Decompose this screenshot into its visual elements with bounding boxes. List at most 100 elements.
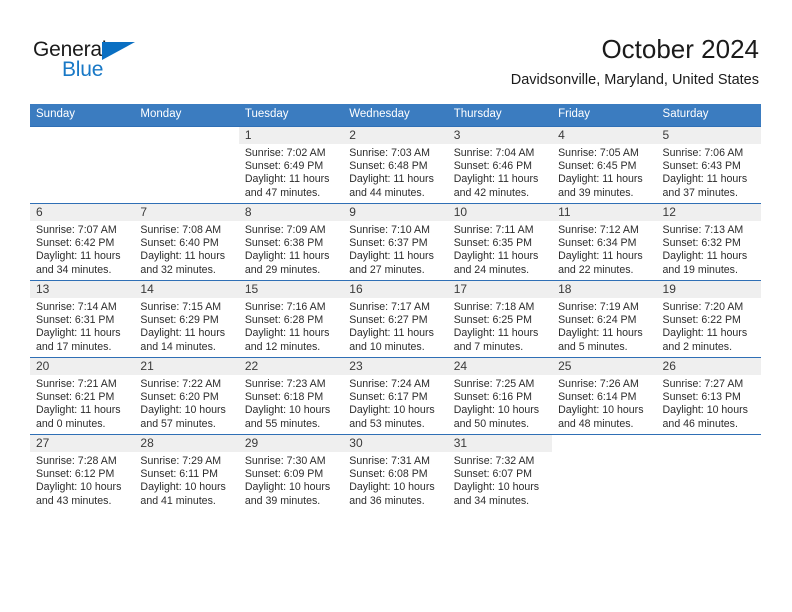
sunrise-text: Sunrise: 7:04 AM [453, 147, 535, 159]
sunrise-text: Sunrise: 7:11 AM [453, 224, 534, 236]
day-details: Sunrise: 7:02 AM Sunset: 6:49 PM Daylight:… [239, 144, 343, 200]
calendar-day-cell[interactable]: 26 Sunrise: 7:27 AM Sunset: 6:13 PM Dayligh… [656, 357, 761, 435]
day-number: 17 [453, 282, 468, 296]
sunset-text: Sunset: 6:31 PM [36, 314, 115, 327]
brand-logo[interactable]: General Blue [33, 38, 153, 84]
day-details: Sunrise: 7:28 AM Sunset: 6:12 PM Daylight:… [30, 452, 134, 508]
calendar-day-cell[interactable]: 1 Sunrise: 7:02 AM Sunset: 6:49 PM Daylight… [238, 126, 344, 204]
calendar-week-row: 27 Sunrise: 7:28 AM Sunset: 6:12 PM Dayligh… [30, 434, 761, 511]
calendar-day-cell[interactable]: 8 Sunrise: 7:09 AM Sunset: 6:38 PM Daylight… [238, 203, 344, 281]
sunrise-text: Sunrise: 7:21 AM [36, 378, 117, 390]
day-number: 21 [140, 359, 154, 373]
calendar-day-cell[interactable]: 10 Sunrise: 7:11 AM Sunset: 6:35 PM Dayligh… [447, 203, 553, 281]
calendar-day-cell[interactable]: 2 Sunrise: 7:03 AM Sunset: 6:48 PM Daylight… [343, 126, 448, 204]
daylight-text: Daylight: 11 hours and 44 minutes. [349, 173, 434, 199]
sunrise-text: Sunrise: 7:31 AM [349, 455, 430, 467]
sunrise-text: Sunrise: 7:13 AM [662, 224, 744, 236]
calendar-day-cell[interactable]: 16 Sunrise: 7:17 AM Sunset: 6:27 PM Dayligh… [343, 280, 448, 358]
calendar-day-cell[interactable]: 18 Sunrise: 7:19 AM Sunset: 6:24 PM Dayligh… [552, 280, 657, 358]
day-number: 18 [558, 282, 572, 296]
calendar-day-cell[interactable]: 22 Sunrise: 7:23 AM Sunset: 6:18 PM Dayligh… [238, 357, 344, 435]
day-details: Sunrise: 7:18 AM Sunset: 6:25 PM Daylight:… [448, 298, 552, 354]
weekday-header-monday: Monday [134, 104, 239, 127]
day-number: 6 [36, 205, 43, 219]
calendar-day-cell[interactable]: 13 Sunrise: 7:14 AM Sunset: 6:31 PM Dayligh… [30, 280, 135, 358]
sunrise-text: Sunrise: 7:07 AM [36, 224, 117, 236]
calendar-day-cell[interactable]: 12 Sunrise: 7:13 AM Sunset: 6:32 PM Dayligh… [656, 203, 761, 281]
calendar-body: 1 Sunrise: 7:02 AM Sunset: 6:49 PM Daylight… [30, 126, 761, 511]
page-title: October 2024 [601, 34, 759, 64]
calendar-day-cell[interactable]: 5 Sunrise: 7:06 AM Sunset: 6:43 PM Daylight… [656, 126, 761, 204]
day-number: 28 [140, 436, 154, 450]
sunrise-text: Sunrise: 7:27 AM [662, 378, 744, 390]
calendar-day-cell[interactable]: 25 Sunrise: 7:26 AM Sunset: 6:14 PM Dayligh… [552, 357, 657, 435]
day-details: Sunrise: 7:16 AM Sunset: 6:28 PM Daylight:… [239, 298, 343, 354]
daylight-text: Daylight: 10 hours and 34 minutes. [453, 481, 540, 507]
day-number: 16 [349, 282, 363, 296]
daylight-text: Daylight: 10 hours and 46 minutes. [662, 404, 748, 430]
sunrise-text: Sunrise: 7:08 AM [140, 224, 222, 236]
sunrise-text: Sunrise: 7:18 AM [453, 301, 535, 313]
calendar-day-cell[interactable]: 27 Sunrise: 7:28 AM Sunset: 6:12 PM Dayligh… [30, 434, 135, 511]
calendar-day-cell[interactable]: 24 Sunrise: 7:25 AM Sunset: 6:16 PM Dayligh… [447, 357, 553, 435]
calendar-day-cell[interactable]: 23 Sunrise: 7:24 AM Sunset: 6:17 PM Dayligh… [343, 357, 448, 435]
calendar-day-cell[interactable]: 4 Sunrise: 7:05 AM Sunset: 6:45 PM Daylight… [552, 126, 657, 204]
day-details: Sunrise: 7:12 AM Sunset: 6:34 PM Daylight:… [552, 221, 656, 277]
day-details: Sunrise: 7:14 AM Sunset: 6:31 PM Daylight:… [30, 298, 134, 354]
calendar-day-cell-empty [656, 434, 761, 511]
sunset-text: Sunset: 6:22 PM [662, 314, 741, 327]
day-details: Sunrise: 7:10 AM Sunset: 6:37 PM Daylight:… [343, 221, 447, 277]
calendar-day-cell[interactable]: 21 Sunrise: 7:22 AM Sunset: 6:20 PM Dayligh… [134, 357, 239, 435]
day-details: Sunrise: 7:20 AM Sunset: 6:22 PM Daylight:… [657, 298, 761, 354]
calendar-day-cell[interactable]: 29 Sunrise: 7:30 AM Sunset: 6:09 PM Dayligh… [238, 434, 344, 511]
daylight-text: Daylight: 10 hours and 36 minutes. [349, 481, 435, 507]
day-number: 5 [662, 128, 670, 142]
calendar-day-cell[interactable]: 28 Sunrise: 7:29 AM Sunset: 6:11 PM Dayligh… [134, 434, 239, 511]
calendar-day-cell[interactable]: 31 Sunrise: 7:32 AM Sunset: 6:07 PM Dayligh… [447, 434, 553, 511]
sunset-text: Sunset: 6:21 PM [36, 391, 115, 404]
calendar-day-cell[interactable]: 20 Sunrise: 7:21 AM Sunset: 6:21 PM Dayligh… [30, 357, 135, 435]
sunset-text: Sunset: 6:49 PM [244, 160, 324, 173]
day-details: Sunrise: 7:25 AM Sunset: 6:16 PM Daylight:… [448, 375, 552, 431]
calendar-day-cell[interactable]: 11 Sunrise: 7:12 AM Sunset: 6:34 PM Dayligh… [552, 203, 657, 281]
day-details: Sunrise: 7:27 AM Sunset: 6:13 PM Daylight:… [657, 375, 761, 431]
day-number: 9 [349, 205, 356, 219]
calendar-table: Sunday Monday Tuesday Wednesday Thursday… [30, 104, 761, 511]
daylight-text: Daylight: 11 hours and 39 minutes. [558, 173, 643, 199]
daylight-text: Daylight: 11 hours and 32 minutes. [140, 250, 226, 276]
sunset-text: Sunset: 6:27 PM [349, 314, 428, 327]
sunrise-text: Sunrise: 7:15 AM [140, 301, 222, 313]
calendar-day-cell[interactable]: 9 Sunrise: 7:10 AM Sunset: 6:37 PM Daylight… [343, 203, 448, 281]
day-details: Sunrise: 7:31 AM Sunset: 6:08 PM Daylight:… [343, 452, 447, 508]
day-number: 2 [349, 128, 356, 142]
sunset-text: Sunset: 6:07 PM [453, 468, 533, 481]
sunrise-text: Sunrise: 7:24 AM [349, 378, 430, 390]
calendar-day-cell[interactable]: 14 Sunrise: 7:15 AM Sunset: 6:29 PM Dayligh… [134, 280, 239, 358]
calendar-day-cell[interactable]: 15 Sunrise: 7:16 AM Sunset: 6:28 PM Dayligh… [238, 280, 344, 358]
calendar-day-cell[interactable]: 19 Sunrise: 7:20 AM Sunset: 6:22 PM Dayligh… [656, 280, 761, 358]
sunset-text: Sunset: 6:45 PM [558, 160, 637, 173]
daylight-text: Daylight: 11 hours and 27 minutes. [349, 250, 434, 276]
day-details: Sunrise: 7:06 AM Sunset: 6:43 PM Daylight:… [657, 144, 761, 200]
day-number: 10 [453, 205, 468, 219]
day-number: 7 [140, 205, 148, 219]
brand-name-blue: Blue [62, 58, 104, 81]
sunrise-text: Sunrise: 7:17 AM [349, 301, 430, 313]
daylight-text: Daylight: 11 hours and 47 minutes. [244, 173, 330, 199]
calendar-day-cell[interactable]: 6 Sunrise: 7:07 AM Sunset: 6:42 PM Daylight… [30, 203, 135, 281]
sunrise-text: Sunrise: 7:14 AM [36, 301, 117, 313]
calendar-day-cell[interactable]: 7 Sunrise: 7:08 AM Sunset: 6:40 PM Daylight… [134, 203, 239, 281]
calendar-day-cell[interactable]: 3 Sunrise: 7:04 AM Sunset: 6:46 PM Daylight… [447, 126, 553, 204]
daylight-text: Daylight: 10 hours and 53 minutes. [349, 404, 435, 430]
sunrise-text: Sunrise: 7:28 AM [36, 455, 117, 467]
day-details: Sunrise: 7:03 AM Sunset: 6:48 PM Daylight:… [343, 144, 447, 200]
day-details: Sunrise: 7:24 AM Sunset: 6:17 PM Daylight:… [343, 375, 447, 431]
sunset-text: Sunset: 6:42 PM [36, 237, 115, 250]
calendar-week-row: 1 Sunrise: 7:02 AM Sunset: 6:49 PM Daylight… [30, 126, 761, 204]
day-number: 14 [140, 282, 154, 296]
sunset-text: Sunset: 6:29 PM [140, 314, 219, 327]
calendar-day-cell[interactable]: 30 Sunrise: 7:31 AM Sunset: 6:08 PM Dayligh… [343, 434, 448, 511]
brand-triangle-icon [102, 42, 135, 60]
daylight-text: Daylight: 11 hours and 10 minutes. [349, 327, 434, 353]
calendar-day-cell[interactable]: 17 Sunrise: 7:18 AM Sunset: 6:25 PM Dayligh… [447, 280, 553, 358]
